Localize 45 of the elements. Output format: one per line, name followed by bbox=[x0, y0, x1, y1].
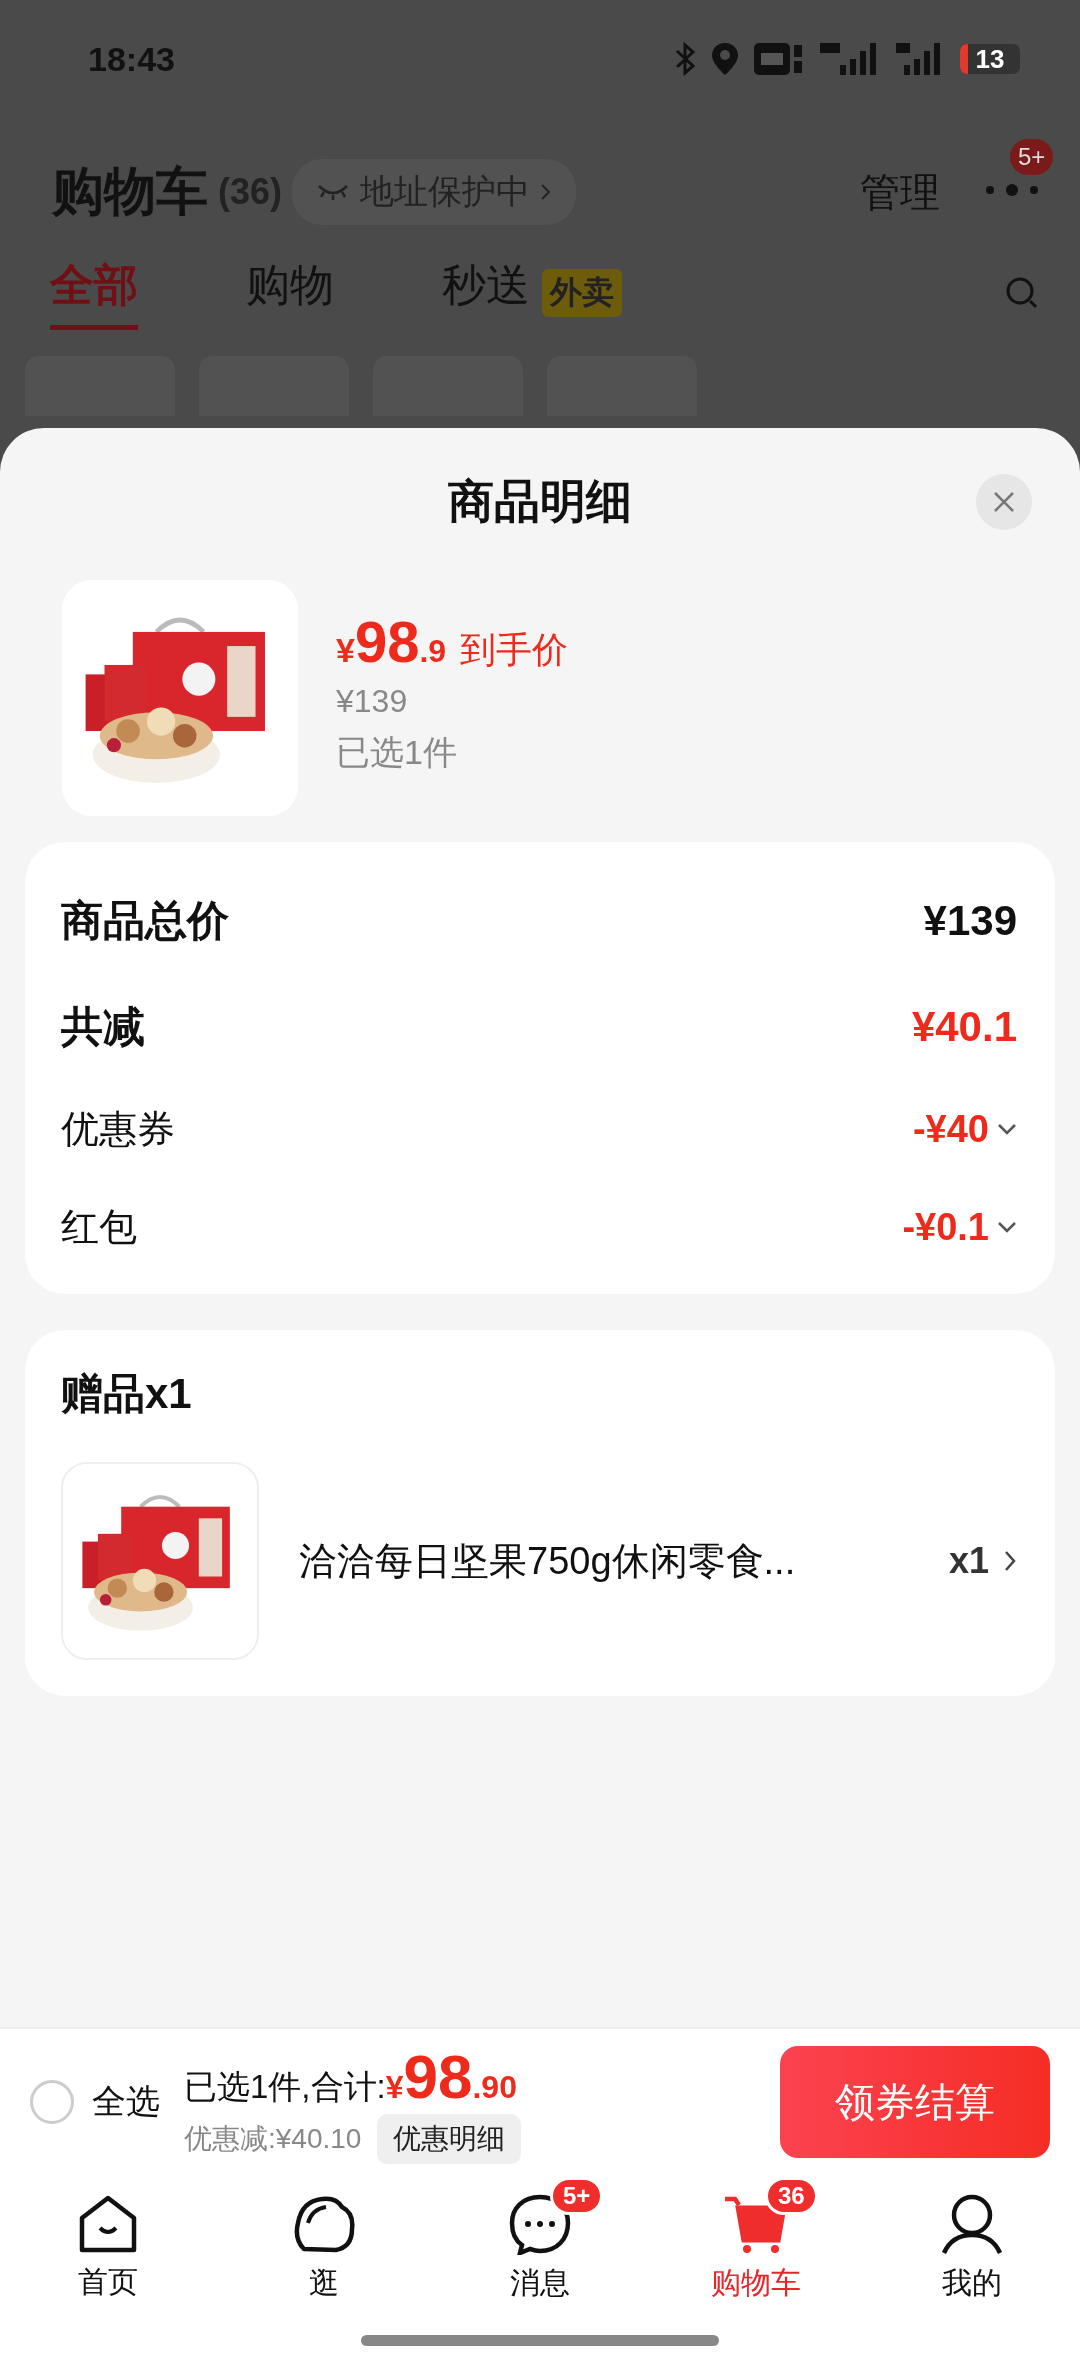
chevron-down-icon[interactable] bbox=[997, 1220, 1017, 1234]
summary-value: -¥0.1 bbox=[902, 1205, 989, 1249]
search-icon[interactable] bbox=[1004, 275, 1040, 311]
select-all-checkbox[interactable] bbox=[30, 2080, 74, 2124]
sheet-title: 商品明细 bbox=[448, 474, 632, 529]
gift-title: 赠品x1 bbox=[61, 1369, 193, 1419]
chevron-right-icon bbox=[540, 182, 553, 202]
notification-badge: 5+ bbox=[1010, 139, 1054, 175]
eye-closed-icon bbox=[316, 182, 351, 202]
summary-label: 商品总价 bbox=[61, 896, 229, 946]
nav-item[interactable]: 我的 bbox=[864, 2175, 1080, 2321]
summary-label: 红包 bbox=[61, 1204, 137, 1250]
close-icon bbox=[993, 491, 1015, 513]
summary-label: 优惠券 bbox=[61, 1106, 175, 1152]
original-price: ¥139 bbox=[336, 683, 409, 720]
nav-item[interactable]: 5+ 消息 bbox=[432, 2175, 648, 2321]
gift-name: 洽洽每日坚果750g休闲零食... bbox=[299, 1538, 796, 1584]
price-label: 到手价 bbox=[460, 628, 569, 672]
gift-quantity: x1 bbox=[948, 1540, 989, 1582]
page-title: 购物车 bbox=[52, 161, 208, 222]
nav-item[interactable]: 逛 bbox=[216, 2175, 432, 2321]
nav-item[interactable]: 首页 bbox=[0, 2175, 216, 2321]
battery-icon: 13 bbox=[960, 44, 1020, 74]
checkout-button[interactable]: 领券结算 bbox=[780, 2046, 1050, 2158]
summary-value: ¥139 bbox=[923, 897, 1017, 945]
location-icon bbox=[710, 41, 740, 77]
chevron-right-icon[interactable] bbox=[1003, 1549, 1017, 1573]
deal-price: ¥98.9 bbox=[336, 608, 447, 675]
summary-value: ¥40.1 bbox=[911, 1003, 1017, 1051]
discount-detail-button[interactable]: 优惠明细 bbox=[377, 2113, 522, 2164]
person-icon bbox=[940, 2192, 1004, 2255]
discount-text: 优惠减:¥40.10 bbox=[184, 2121, 362, 2156]
total-price: ¥98.90 bbox=[385, 2040, 517, 2112]
nav-item[interactable]: 36 购物车 bbox=[648, 2175, 864, 2321]
select-all-label[interactable]: 全选 bbox=[92, 2079, 160, 2125]
summary-label: 共减 bbox=[61, 1002, 145, 1052]
selected-count: 已选1件 bbox=[336, 732, 458, 773]
tag: 外卖 bbox=[542, 269, 622, 317]
total-label: 已选1件,合计: bbox=[184, 2066, 386, 2107]
chevron-down-icon[interactable] bbox=[997, 1122, 1017, 1136]
close-button[interactable] bbox=[976, 474, 1032, 530]
bluetooth-icon bbox=[674, 42, 696, 76]
summary-value: -¥40 bbox=[912, 1107, 989, 1151]
more-icon[interactable] bbox=[984, 183, 1040, 197]
status-time: 18:43 bbox=[88, 39, 175, 79]
